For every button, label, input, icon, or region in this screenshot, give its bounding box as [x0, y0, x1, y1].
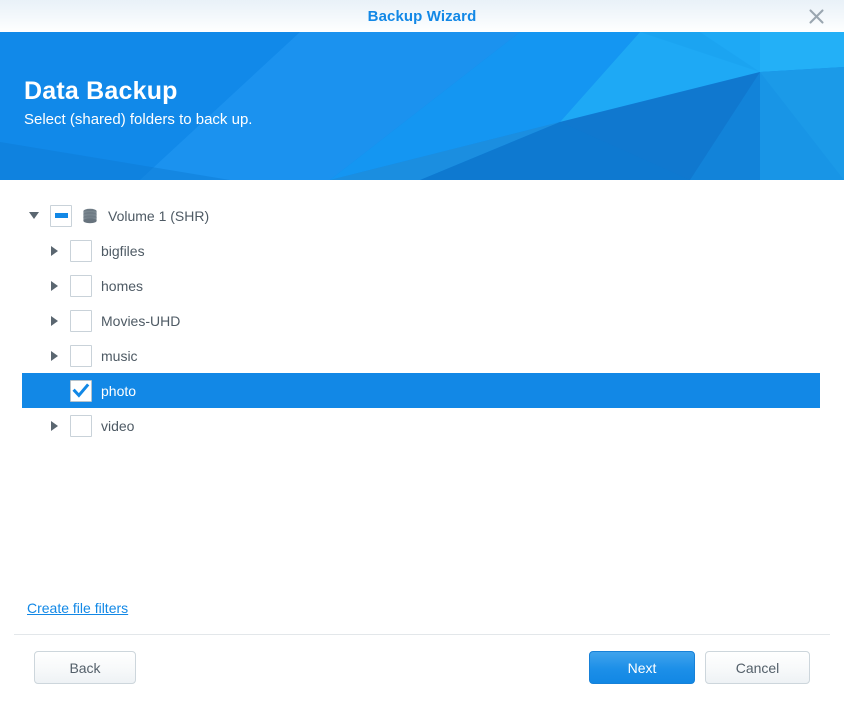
- chevron-right-icon[interactable]: [44, 276, 64, 296]
- folder-tree-panel: Volume 1 (SHR) bigfiles homes Movies-UHD: [0, 180, 844, 634]
- tree-row-homes[interactable]: homes: [22, 268, 820, 303]
- tree-label-homes: homes: [101, 277, 144, 294]
- close-icon[interactable]: [794, 0, 838, 32]
- tree-row-volume[interactable]: Volume 1 (SHR): [22, 198, 820, 233]
- page-subtitle: Select (shared) folders to back up.: [24, 110, 253, 128]
- checkbox-homes[interactable]: [70, 274, 92, 297]
- chevron-right-icon[interactable]: [44, 311, 64, 331]
- tree-label-music: music: [101, 347, 138, 364]
- banner-text-block: Data Backup Select (shared) folders to b…: [24, 77, 253, 129]
- tree-label-video: video: [101, 417, 135, 434]
- wizard-footer: Back Next Cancel: [0, 635, 844, 692]
- next-button[interactable]: Next: [589, 651, 695, 684]
- page-title: Data Backup: [24, 77, 178, 105]
- create-file-filters-wrap: Create file filters: [27, 600, 128, 618]
- tree-row-music[interactable]: music: [22, 338, 820, 373]
- checkbox-movies-uhd[interactable]: [70, 309, 92, 332]
- chevron-right-icon[interactable]: [44, 416, 64, 436]
- tree-row-photo[interactable]: photo: [22, 373, 820, 408]
- checkbox-music[interactable]: [70, 344, 92, 367]
- chevron-right-icon[interactable]: [44, 346, 64, 366]
- window-title: Backup Wizard: [367, 7, 477, 25]
- tree-label-movies-uhd: Movies-UHD: [101, 312, 181, 329]
- wizard-banner: Data Backup Select (shared) folders to b…: [0, 32, 844, 180]
- window-titlebar: Backup Wizard: [0, 0, 844, 32]
- cancel-button[interactable]: Cancel: [705, 651, 810, 684]
- volume-disk-icon: [81, 207, 99, 225]
- tree-row-movies-uhd[interactable]: Movies-UHD: [22, 303, 820, 338]
- chevron-right-icon[interactable]: [44, 241, 64, 261]
- create-file-filters-link[interactable]: Create file filters: [27, 600, 128, 616]
- checkbox-volume[interactable]: [50, 204, 72, 227]
- checkbox-video[interactable]: [70, 414, 92, 437]
- tree-label-bigfiles: bigfiles: [101, 242, 145, 259]
- tree-label-photo: photo: [101, 382, 137, 399]
- tree-row-video[interactable]: video: [22, 408, 820, 443]
- folder-tree: Volume 1 (SHR) bigfiles homes Movies-UHD: [0, 198, 844, 443]
- tree-row-bigfiles[interactable]: bigfiles: [22, 233, 820, 268]
- chevron-down-icon[interactable]: [24, 206, 44, 226]
- chevron-placeholder: [44, 381, 64, 401]
- back-button[interactable]: Back: [34, 651, 136, 684]
- checkbox-photo[interactable]: [70, 379, 92, 402]
- checkbox-bigfiles[interactable]: [70, 239, 92, 262]
- tree-label-volume: Volume 1 (SHR): [108, 207, 210, 224]
